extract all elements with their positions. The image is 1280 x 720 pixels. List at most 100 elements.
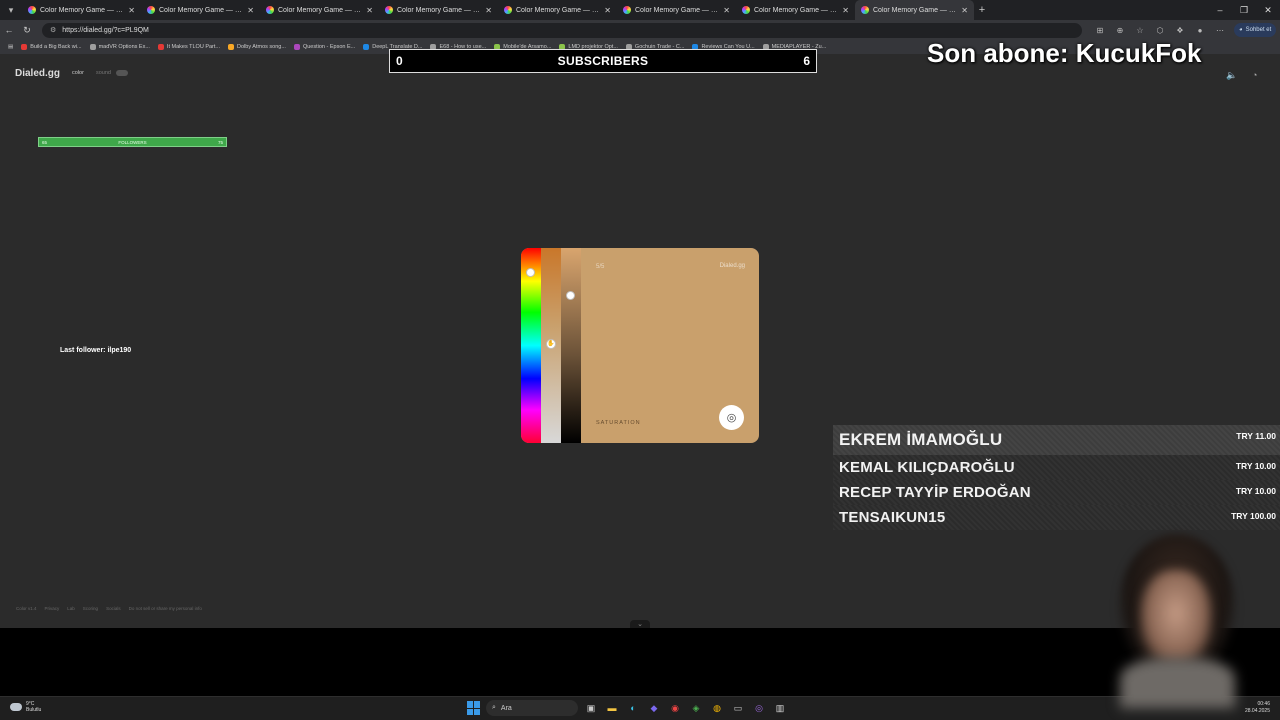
site-favicon-icon — [28, 6, 36, 14]
taskbar-apps: ⌕ Ara ▣ ▬ ◐ ◆ ◉ ◈ ◍ ▭ ◎ ▥ — [467, 700, 788, 716]
profile-avatar-icon[interactable]: ● — [1190, 26, 1210, 35]
install-app-icon[interactable]: ⊞ — [1090, 26, 1110, 35]
browser-tab[interactable]: Color Memory Game — How Wel✕ — [498, 0, 617, 20]
close-tab-icon[interactable]: ✕ — [723, 6, 730, 15]
bookmark-item[interactable]: Dolby Atmos song... — [224, 44, 290, 50]
tab-strip: ▾ Color Memory Game — How Wel✕ Color Mem… — [0, 0, 1280, 20]
brightness-slider[interactable] — [561, 248, 581, 443]
site-favicon-icon — [504, 6, 512, 14]
theme-icon[interactable]: ◔ — [1252, 70, 1257, 80]
browser-tab[interactable]: Color Memory Game — How Wel✕ — [141, 0, 260, 20]
follower-goal-bar: 65 FOLLOWERS 75 — [38, 137, 227, 147]
saturation-handle[interactable]: ✋ — [546, 339, 556, 349]
close-tab-icon[interactable]: ✕ — [961, 6, 968, 15]
terminal-icon[interactable]: ▭ — [730, 700, 746, 716]
app-icon[interactable]: ◆ — [646, 700, 662, 716]
follower-goal-label: FOLLOWERS — [118, 139, 147, 145]
close-tab-icon[interactable]: ✕ — [842, 6, 849, 15]
bookmark-item[interactable]: It Makes TLOU Part... — [154, 44, 224, 50]
browser-tab[interactable]: Color Memory Game — How Wel✕ — [617, 0, 736, 20]
taskbar-search[interactable]: ⌕ Ara — [486, 700, 578, 716]
site-favicon-icon — [861, 6, 869, 14]
active-slider-label: SATURATION — [596, 420, 641, 426]
windows-start-icon[interactable] — [467, 701, 481, 715]
mode-color-link[interactable]: color — [72, 70, 84, 76]
bookmarks-folder-icon[interactable]: ▤ — [4, 44, 17, 50]
chrome-icon[interactable]: ◍ — [709, 700, 725, 716]
task-view-icon[interactable]: ▣ — [583, 700, 599, 716]
extensions-icon[interactable]: ⬡ — [1150, 26, 1170, 35]
app-icon[interactable]: ◎ — [751, 700, 767, 716]
browser-tab[interactable]: Color Memory Game — How Wel✕ — [379, 0, 498, 20]
url-field[interactable]: ⚙ https://dialed.gg/?c=PL9QM — [42, 22, 1082, 38]
sub-goal-target: 6 — [803, 54, 810, 68]
footer-link-scoring[interactable]: Scoring — [83, 606, 98, 611]
weather-widget[interactable]: 9°C Bulutlu — [10, 701, 41, 713]
mode-toggle[interactable] — [116, 70, 128, 76]
brightness-handle[interactable] — [566, 291, 575, 300]
bookmark-star-icon[interactable]: ☆ — [1130, 26, 1150, 35]
hue-slider[interactable] — [521, 248, 541, 443]
file-explorer-icon[interactable]: ▬ — [604, 700, 620, 716]
zoom-icon[interactable]: ⊕ — [1110, 26, 1130, 35]
browser-tab-active[interactable]: Color Memory Game — How ✕ — [855, 0, 974, 20]
round-counter: 5/5 — [596, 264, 605, 270]
picker-watermark: Dialed.gg — [719, 263, 745, 269]
bookmark-favicon-icon — [228, 44, 235, 50]
donor-amount: TRY 10.00 — [1235, 486, 1276, 496]
back-icon[interactable]: ← — [0, 20, 18, 40]
bookmark-favicon-icon — [293, 44, 300, 50]
close-tab-icon[interactable]: ✕ — [366, 6, 373, 15]
browser-tab[interactable]: Color Memory Game — How Wel✕ — [22, 0, 141, 20]
clock-date: 28.04.2025 — [1244, 708, 1270, 714]
app-icon[interactable]: ◈ — [688, 700, 704, 716]
footer-version[interactable]: Color v1.4 — [16, 606, 37, 611]
clock-time: 00:46 — [1257, 701, 1270, 707]
donor-name: RECEP TAYYİP ERDOĞAN — [839, 484, 1031, 501]
weather-desc: Bulutlu — [26, 707, 42, 713]
browser-tab[interactable]: Color Memory Game — How Wel✕ — [260, 0, 379, 20]
site-favicon-icon — [385, 6, 393, 14]
minimize-icon[interactable]: – — [1208, 0, 1232, 20]
chevron-down-icon[interactable]: ⌄ — [630, 620, 650, 628]
bookmark-item[interactable]: Question - Epson E... — [290, 44, 359, 50]
app-icon[interactable]: ▥ — [772, 700, 788, 716]
donor-amount: TRY 10.00 — [1235, 461, 1276, 471]
close-tab-icon[interactable]: ✕ — [128, 6, 135, 15]
bookmark-favicon-icon — [363, 44, 370, 50]
system-clock[interactable]: 00:46 28.04.2025 — [1245, 701, 1270, 715]
follower-goal-current: 65 — [42, 139, 48, 145]
site-info-icon[interactable]: ⚙ — [50, 26, 56, 34]
sound-icon[interactable]: 🔈 — [1226, 70, 1237, 81]
donor-name: TENSAIKUN15 — [839, 509, 946, 526]
edge-icon[interactable]: ◐ — [625, 700, 641, 716]
close-tab-icon[interactable]: ✕ — [485, 6, 492, 15]
tab-search-icon[interactable]: ▾ — [0, 0, 22, 20]
bookmark-item[interactable]: madVR Options Ex... — [86, 44, 154, 50]
maximize-icon[interactable]: ❐ — [1232, 0, 1256, 20]
bookmark-favicon-icon — [157, 44, 164, 50]
footer-link-do-not-sell[interactable]: Do not sell or share my personal info — [129, 606, 202, 611]
app-icon[interactable]: ◉ — [667, 700, 683, 716]
submit-color-button[interactable]: ◎ — [719, 405, 744, 430]
bookmark-item[interactable]: Build a Big Back wi... — [17, 44, 85, 50]
footer-link-privacy[interactable]: Privacy — [45, 606, 60, 611]
close-tab-icon[interactable]: ✕ — [247, 6, 254, 15]
favorites-icon[interactable]: ❖ — [1170, 26, 1190, 35]
menu-dots-icon[interactable]: ⋯ — [1210, 26, 1230, 35]
site-logo[interactable]: Dialed.gg — [15, 68, 60, 79]
browser-tab[interactable]: Color Memory Game — How Wel✕ — [736, 0, 855, 20]
bookmark-favicon-icon — [89, 44, 96, 50]
subscriber-goal-bar: 0 SUBSCRIBERS 6 — [389, 49, 817, 73]
footer-link-socials[interactable]: Socials — [106, 606, 121, 611]
new-tab-icon[interactable]: + — [974, 4, 990, 16]
hue-handle[interactable] — [526, 268, 535, 277]
footer-link-lab[interactable]: Lab — [67, 606, 75, 611]
copilot-button[interactable]: ◕ Sohbet et — [1234, 23, 1277, 37]
close-tab-icon[interactable]: ✕ — [604, 6, 611, 15]
donor-amount: TRY 100.00 — [1231, 511, 1276, 521]
close-window-icon[interactable]: ✕ — [1256, 0, 1280, 20]
reload-icon[interactable]: ↻ — [18, 20, 36, 40]
donor-leaderboard: EKREM İMAMOĞLU TRY 11.00 KEMAL KILIÇDARO… — [833, 425, 1280, 530]
mode-sound-link[interactable]: sound — [96, 70, 111, 76]
